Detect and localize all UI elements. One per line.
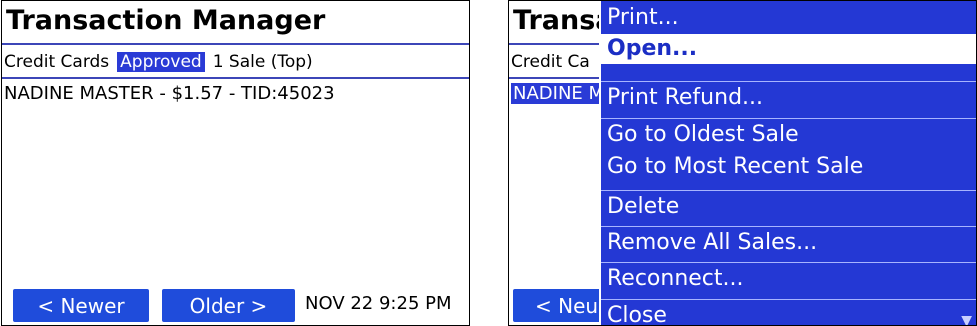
menu-separator [601, 118, 976, 119]
filter-category: Credit Ca [511, 52, 590, 72]
menu-item-close[interactable]: Close [601, 301, 976, 325]
menu-separator [601, 190, 976, 191]
filter-category[interactable]: Credit Cards [4, 52, 109, 72]
transaction-manager-menu-screen: Transa Credit Ca NADINE M < Neu Print...… [508, 0, 977, 326]
menu-item-print[interactable]: Print... [601, 3, 976, 33]
sale-count: 1 Sale (Top) [212, 52, 313, 72]
scroll-down-icon[interactable]: ▼ [961, 313, 972, 325]
page-title: Transaction Manager [6, 5, 326, 36]
menu-separator [601, 299, 976, 300]
transaction-row: NADINE M [511, 83, 607, 104]
menu-separator [601, 262, 976, 263]
datetime-readout: NOV 22 9:25 PM [305, 293, 452, 314]
menu-separator [601, 226, 976, 227]
menu-item-print-refund[interactable]: Print Refund... [601, 83, 976, 113]
transaction-row[interactable]: NADINE MASTER - $1.57 - TID:45023 [4, 83, 335, 104]
menu-item-go-most-recent[interactable]: Go to Most Recent Sale [601, 152, 976, 182]
title-divider [2, 43, 469, 45]
context-menu: Print... Open... Print Refund... Go to O… [599, 1, 976, 325]
menu-item-go-oldest[interactable]: Go to Oldest Sale [601, 120, 976, 150]
filter-divider [2, 77, 469, 79]
newer-button[interactable]: < Newer [13, 289, 149, 322]
transaction-manager-screen: Transaction Manager Credit Cards Approve… [1, 0, 470, 326]
older-button[interactable]: Older > [162, 289, 295, 322]
menu-item-delete[interactable]: Delete [601, 192, 976, 222]
menu-item-open[interactable]: Open... [601, 34, 976, 64]
filter-status-selected[interactable]: Approved [117, 52, 205, 72]
filter-row: Credit Ca [511, 49, 590, 75]
menu-item-remove-all[interactable]: Remove All Sales... [601, 228, 976, 258]
menu-item-reconnect[interactable]: Reconnect... [601, 264, 976, 294]
menu-separator [601, 81, 976, 82]
filter-row: Credit Cards Approved 1 Sale (Top) [4, 49, 313, 75]
